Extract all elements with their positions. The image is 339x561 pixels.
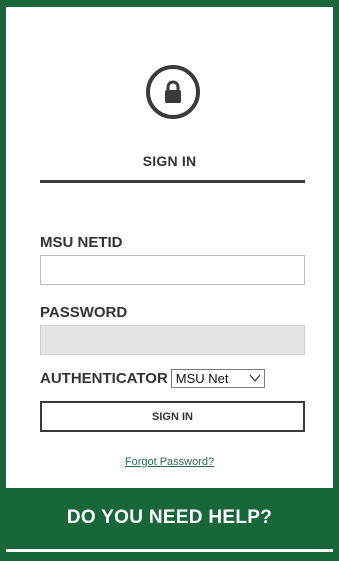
netid-input[interactable] <box>40 255 305 285</box>
sign-in-button[interactable]: SIGN IN <box>40 401 305 432</box>
chevron-down-icon <box>249 374 261 382</box>
bottom-divider <box>6 549 333 552</box>
lock-icon <box>146 65 200 119</box>
password-input[interactable] <box>40 325 305 355</box>
netid-label: MSU NETID <box>40 234 123 251</box>
login-frame: SIGN IN MSU NETID PASSWORD AUTHENTICATOR… <box>0 0 339 561</box>
help-banner[interactable]: DO YOU NEED HELP? <box>0 488 339 548</box>
authenticator-selected-value: MSU Net <box>175 370 229 386</box>
divider <box>40 180 305 183</box>
login-card: SIGN IN MSU NETID PASSWORD AUTHENTICATOR… <box>6 7 333 488</box>
authenticator-row: AUTHENTICATOR MSU Net <box>40 368 265 388</box>
authenticator-select[interactable]: MSU Net <box>170 368 265 388</box>
password-label: PASSWORD <box>40 304 128 321</box>
page-title: SIGN IN <box>142 153 197 169</box>
authenticator-label: AUTHENTICATOR <box>40 369 168 387</box>
forgot-password-link[interactable]: Forgot Password? <box>6 456 333 468</box>
